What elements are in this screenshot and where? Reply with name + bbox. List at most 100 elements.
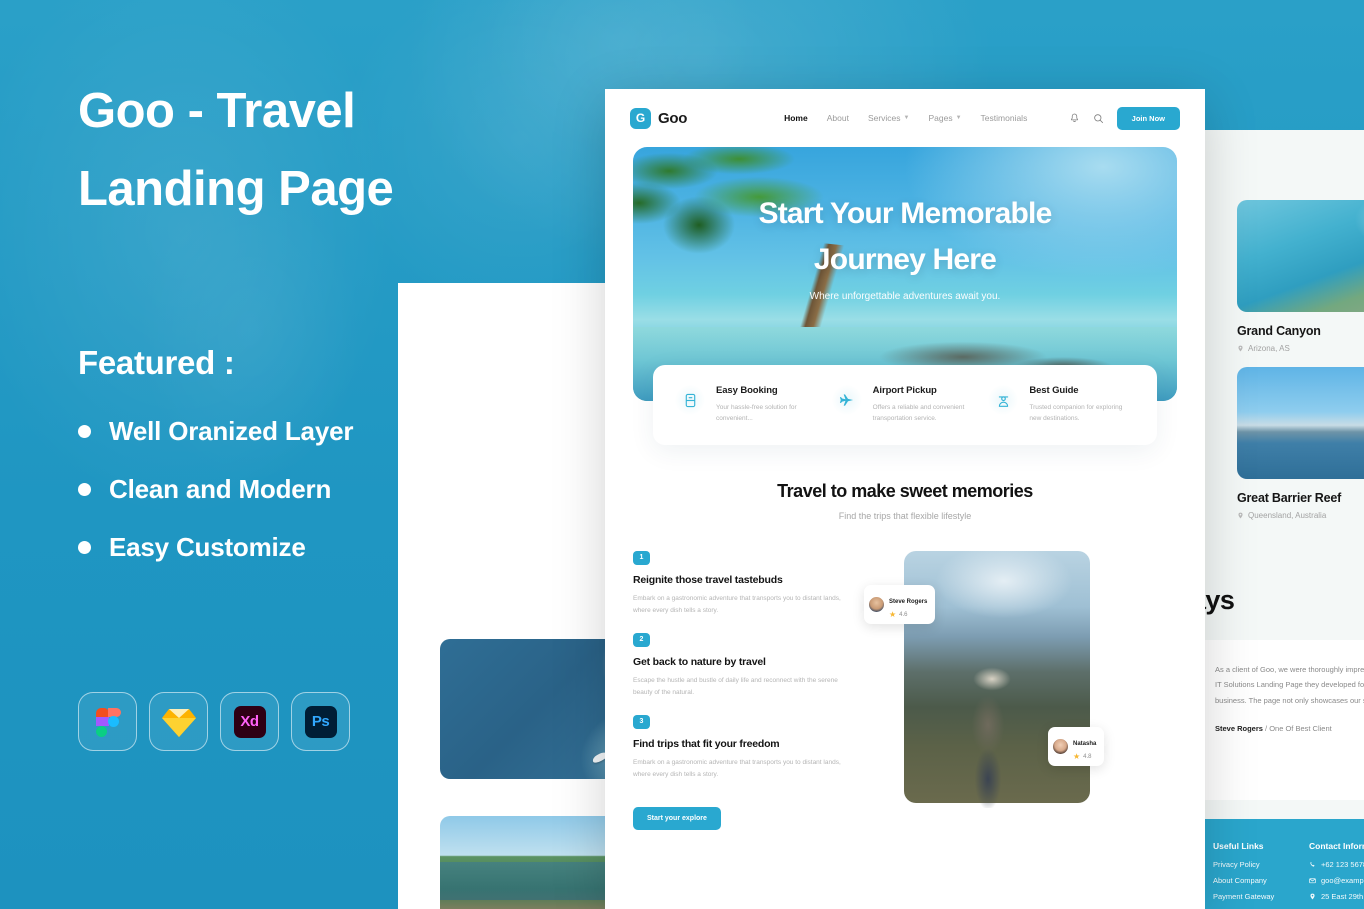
footer-links-column: Useful Links Privacy Policy About Compan… [1213,841,1278,909]
step-number: 2 [633,632,650,647]
destination-location: Queensland, Australia [1248,511,1327,520]
step-desc: Escape the hustle and bustle of daily li… [633,676,838,696]
mail-icon [1309,878,1316,884]
promo-block: Goo - Travel Landing Page Featured : Wel… [78,72,548,590]
booking-icon [675,385,705,415]
location-icon [1238,345,1243,352]
promo-title-line2: Landing Page [78,162,394,216]
chevron-down-icon: ▼ [955,115,962,121]
navbar: G Goo Home About Services ▼ Pages ▼ Test… [605,89,1205,147]
hero-title-line2: Journey Here [813,243,997,276]
avatar [869,596,884,612]
bell-icon[interactable] [1069,113,1080,124]
feature-desc: Trusted companion for exploring new dest… [1029,404,1123,423]
photoshop-icon: Ps [304,705,337,738]
destination-location-row: Arizona, AS [1237,344,1364,353]
footer-link[interactable]: Payment Gateway [1213,892,1278,901]
guide-icon [988,385,1019,415]
photoshop-tile: Ps [291,692,350,751]
footer-contact-email[interactable]: goo@example.com [1309,876,1364,885]
nav-label: Home [784,113,808,123]
list-item: Well Oranized Layer [78,416,548,447]
destination-card[interactable]: ★ 4.7 Great Barrier Reef Queensland, Aus… [1237,367,1364,520]
contact-value: 25 East 29th Street, N [1321,892,1364,901]
section-header: Travel to make sweet memories Find the t… [605,481,1205,521]
start-explore-button[interactable]: Start your explore [633,806,721,830]
footer-links-title: Useful Links [1213,841,1264,851]
hero-title-line1: Start Your Memorable [758,197,1053,230]
contact-value: +62 123 5678 9101 [1321,860,1364,869]
search-icon[interactable] [1093,113,1104,124]
nav-item-testimonials[interactable]: Testimonials [981,113,1028,123]
destination-location-row: Queensland, Australia [1237,511,1364,520]
featured-label: Featured : [78,344,235,381]
feature-title: Easy Booking [716,385,778,396]
memories-section: 1 Reignite those travel tastebuds Embark… [633,550,1177,830]
hero-banner: Start Your Memorable Journey Here Where … [633,147,1177,401]
hero-subtitle: Where unforgettable adventures await you… [809,291,1001,302]
sketch-icon [161,707,196,737]
destination-card[interactable]: ★ 4.9 Grand Canyon Arizona, AS $152/p [1237,200,1364,353]
right-preview-panel: ★ 4.9 Grand Canyon Arizona, AS $152/p ★ … [1199,130,1364,909]
brand-logo[interactable]: G Goo [630,107,688,129]
feature-easy-booking: Easy Booking Your hassle-free solution f… [675,385,822,425]
footer-contact-column: Contact Information +62 123 5678 9101 go… [1309,841,1364,908]
star-icon: ★ [1073,751,1081,761]
adobe-xd-tile: Xd [220,692,279,751]
nav-item-pages[interactable]: Pages ▼ [928,113,961,123]
reviewer-name: Natasha [1073,740,1097,747]
footer-contact-phone[interactable]: +62 123 5678 9101 [1309,860,1364,869]
feature-label: Well Oranized Layer [109,416,354,446]
feature-list: Well Oranized Layer Clean and Modern Eas… [78,416,548,563]
location-icon [1238,512,1243,519]
location-icon [1310,893,1315,900]
reviewer-rating: 4.6 [899,611,908,618]
nav-item-services[interactable]: Services ▼ [868,113,910,123]
nav-item-home[interactable]: Home [784,113,808,123]
footer-link[interactable]: About Company [1213,876,1278,885]
step-number: 1 [633,550,650,565]
figma-icon [91,705,125,739]
brand-name: Goo [658,109,688,127]
section-title: Travel to make sweet memories [777,480,1033,501]
destination-image: ★ 4.7 [1237,367,1364,479]
hero-copy: Start Your Memorable Journey Here Where … [633,191,1177,302]
footer-contact-address[interactable]: 25 East 29th Street, N [1309,892,1364,901]
landing-page-mockup: G Goo Home About Services ▼ Pages ▼ Test… [605,89,1205,909]
contact-value: goo@example.com [1321,876,1364,885]
bullet-icon [78,541,91,554]
nav-label: About [826,113,849,123]
step-desc: Embark on a gastronomic adventure that t… [633,594,841,614]
bullet-icon [78,425,91,438]
destination-image: ★ 4.9 [1237,200,1364,312]
testimonial-author-row: Steve Rogers / One Of Best Client [1215,724,1364,733]
nav-label: Pages [928,113,953,123]
avatar [1053,738,1068,754]
list-item: 2 Get back to nature by travel Escape th… [633,632,848,699]
step-number: 3 [633,714,650,729]
footer-link[interactable]: Privacy Policy [1213,860,1278,869]
destination-name: Grand Canyon [1237,324,1321,338]
testimonial-text: As a client of Goo, we were thoroughly i… [1215,665,1364,705]
reviewer-name: Steve Rogers [889,598,928,605]
list-item: Clean and Modern [78,474,548,505]
phone-icon [1310,861,1315,867]
hiker-figure [948,662,1034,808]
plane-icon [831,385,862,415]
feature-highlights-card: Easy Booking Your hassle-free solution f… [653,365,1157,445]
testimonial-author: Steve Rogers [1215,724,1263,734]
reviewer-rating-row: ★ 4.8 [1073,751,1096,761]
reviewer-rating-row: ★ 4.6 [889,609,927,619]
nav-item-about[interactable]: About [827,113,849,123]
nav-label: Testimonials [980,113,1028,123]
list-item: 3 Find trips that fit your freedom Embar… [633,714,848,781]
sketch-tile [149,692,208,751]
bullet-icon [78,483,91,496]
star-icon: ★ [889,609,897,619]
hiker-photo-wrap: Steve Rogers ★ 4.6 Natasha ★ 4.8 [864,550,1177,830]
join-now-button[interactable]: Join Now [1116,106,1180,130]
list-item: Easy Customize [78,532,548,563]
steps-list: 1 Reignite those travel tastebuds Embark… [633,550,848,830]
reviewer-rating: 4.8 [1083,753,1092,760]
testimonial-card: As a client of Goo, we were thoroughly i… [1199,640,1364,800]
